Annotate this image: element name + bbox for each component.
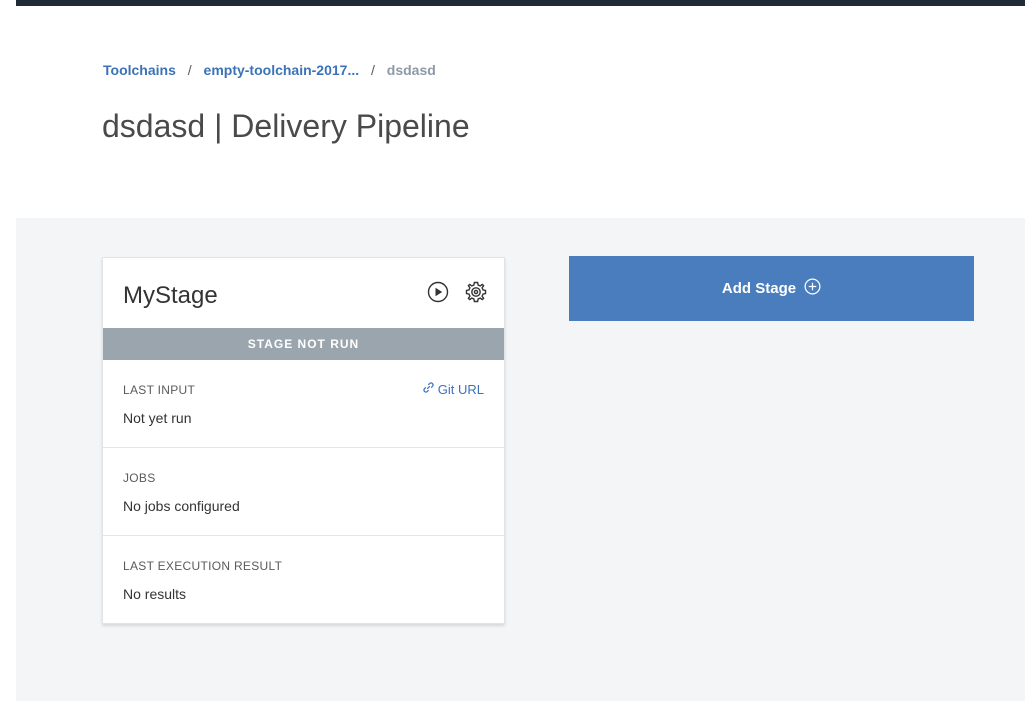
breadcrumb-separator: /	[187, 62, 192, 78]
last-input-section: LAST INPUT Git URL Not yet run	[103, 360, 504, 448]
last-execution-label: LAST EXECUTION RESULT	[123, 559, 283, 573]
breadcrumb-current: dsdasd	[386, 62, 436, 78]
last-execution-section: LAST EXECUTION RESULT No results	[103, 536, 504, 624]
stage-header: MyStage	[103, 258, 504, 328]
stage-name: MyStage	[123, 282, 218, 309]
add-stage-label: Add Stage	[721, 280, 797, 297]
breadcrumb: Toolchains / empty-toolchain-2017... / d…	[103, 62, 436, 78]
plus-circle-icon	[804, 278, 821, 299]
last-input-label: LAST INPUT	[123, 383, 196, 397]
page: Toolchains / empty-toolchain-2017... / d…	[0, 0, 1025, 701]
play-icon[interactable]	[426, 280, 450, 304]
jobs-value: No jobs configured	[123, 498, 240, 514]
stage-card: MyStage STAGE NOT RUN LAST INPUT Git URL…	[102, 257, 505, 624]
last-input-value: Not yet run	[123, 410, 192, 426]
git-url-link[interactable]: Git URL	[422, 381, 484, 397]
stage-status-bar: STAGE NOT RUN	[103, 328, 504, 360]
page-title: dsdasd | Delivery Pipeline	[102, 108, 470, 144]
add-stage-button[interactable]: Add Stage	[569, 256, 974, 321]
jobs-section: JOBS No jobs configured	[103, 448, 504, 536]
jobs-label: JOBS	[123, 471, 156, 485]
breadcrumb-separator: /	[371, 62, 375, 78]
last-execution-value: No results	[123, 586, 187, 602]
stage-actions	[426, 280, 488, 304]
top-bar	[16, 0, 1025, 6]
gear-icon[interactable]	[464, 280, 488, 304]
link-icon	[422, 381, 435, 397]
git-url-label: Git URL	[437, 381, 484, 397]
breadcrumb-toolchains[interactable]: Toolchains	[103, 62, 176, 78]
breadcrumb-toolchain[interactable]: empty-toolchain-2017...	[204, 62, 360, 78]
